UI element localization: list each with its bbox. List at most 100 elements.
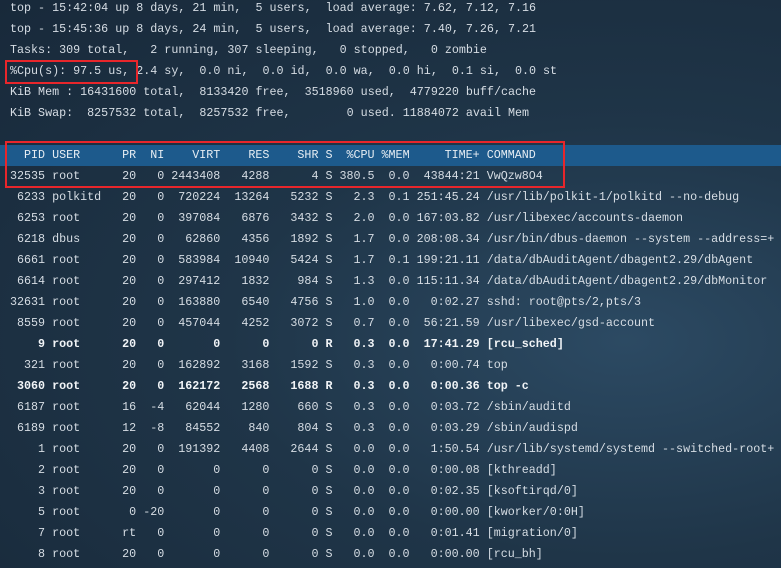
column-header-user: USER [52, 148, 81, 162]
cell-s: S [325, 253, 333, 267]
cell-ni: -4 [150, 400, 165, 414]
cell-pr: 0 [129, 505, 137, 519]
cell-pid: 3060 [17, 379, 46, 393]
process-row[interactable]: 3 root 20 0 0 0 0 S 0.0 0.0 0:02.35 [ksoftirqd/0] [10, 481, 781, 502]
process-row[interactable]: 32631 root 20 0 163880 6540 4756 S 1.0 0.0 0:02.27… [10, 292, 781, 313]
cell-mem: 0.0 [388, 211, 410, 225]
cell-time: 17:41.29 [423, 337, 480, 351]
process-row[interactable]: 2 root 20 0 0 0 0 S 0.0 0.0 0:00.08 [kthreadd] [10, 460, 781, 481]
process-row[interactable]: 8 root 20 0 0 0 0 S 0.0 0.0 0:00.00 [rcu_bh] [10, 544, 781, 565]
process-row[interactable]: 6233 polkitd 20 0 720224 13264 5232 S 2.3 0.1 251:… [10, 187, 781, 208]
column-header-shr: SHR [297, 148, 319, 162]
cell-cmd: /sbin/audispd [486, 421, 578, 435]
process-row[interactable]: 6218 dbus 20 0 62860 4356 1892 S 1.7 0.0 208:08.34… [10, 229, 781, 250]
column-header-time: TIME+ [444, 148, 480, 162]
cell-mem: 0.1 [388, 253, 410, 267]
terminal[interactable]: top - 15:42:04 up 8 days, 21 min, 5 user… [0, 0, 781, 565]
cell-shr: 804 [297, 421, 319, 435]
cell-virt: 191392 [178, 442, 221, 456]
cell-user: root [52, 211, 81, 225]
cell-pid: 321 [24, 358, 46, 372]
cell-virt: 583984 [178, 253, 221, 267]
cell-user: root [52, 316, 81, 330]
cell-s: S [325, 169, 333, 183]
column-header-pr: PR [122, 148, 137, 162]
cell-cpu: 0.3 [353, 421, 375, 435]
process-row[interactable]: 6253 root 20 0 397084 6876 3432 S 2.0 0.0 167:03.8… [10, 208, 781, 229]
cell-cpu: 0.7 [353, 316, 375, 330]
cell-cpu: 0.0 [353, 547, 375, 561]
cell-user: root [52, 274, 81, 288]
process-row[interactable]: 32535 root 20 0 2443408 4288 4 S 380.5 0.0 43844:2… [10, 166, 781, 187]
cell-cmd: top [486, 358, 508, 372]
cell-ni: -20 [143, 505, 165, 519]
cell-res: 6540 [241, 295, 270, 309]
cell-mem: 0.0 [388, 421, 410, 435]
cell-cmd: /usr/bin/dbus-daemon --system --address=… [486, 232, 775, 246]
cell-shr: 0 [311, 484, 319, 498]
cell-pr: 20 [122, 295, 137, 309]
cell-pr: 20 [122, 253, 137, 267]
cell-pid: 1 [38, 442, 46, 456]
cell-res: 840 [248, 421, 270, 435]
cell-user: root [52, 400, 81, 414]
process-row[interactable]: 6661 root 20 0 583984 10940 5424 S 1.7 0.1 199:21.… [10, 250, 781, 271]
cell-ni: 0 [157, 379, 165, 393]
process-row[interactable]: 321 root 20 0 162892 3168 1592 S 0.3 0.0 0:00.74 to… [10, 355, 781, 376]
cell-ni: 0 [157, 463, 165, 477]
cell-mem: 0.0 [388, 169, 410, 183]
process-table-header: PID USER PR NI VIRT RES SHR S %CPU %MEM TIME+ COMMA… [0, 145, 781, 166]
cell-pr: rt [122, 526, 137, 540]
process-row[interactable]: 5 root 0 -20 0 0 0 S 0.0 0.0 0:00.00 [kworker/0:0H] [10, 502, 781, 523]
cell-cpu: 0.0 [353, 526, 375, 540]
cell-s: S [325, 400, 333, 414]
cell-cpu: 0.0 [353, 442, 375, 456]
process-row[interactable]: 6614 root 20 0 297412 1832 984 S 1.3 0.0 115:11.34… [10, 271, 781, 292]
cell-mem: 0.0 [388, 358, 410, 372]
cell-cpu: 0.3 [353, 337, 375, 351]
cell-shr: 0 [311, 337, 319, 351]
cell-virt: 0 [213, 337, 221, 351]
cell-res: 0 [262, 337, 270, 351]
cell-res: 0 [262, 547, 270, 561]
cell-user: root [52, 421, 81, 435]
process-row[interactable]: 3060 root 20 0 162172 2568 1688 R 0.3 0.0 0:00.36 t… [10, 376, 781, 397]
process-row[interactable]: 6189 root 12 -8 84552 840 804 S 0.3 0.0 0:03.29/sb… [10, 418, 781, 439]
process-row[interactable]: 6187 root 16 -4 62044 1280 660 S 0.3 0.0 0:03.72/s… [10, 397, 781, 418]
cell-mem: 0.1 [388, 190, 410, 204]
process-row[interactable]: 8559 root 20 0 457044 4252 3072 S 0.7 0.0 56:21.59… [10, 313, 781, 334]
cell-virt: 2443408 [171, 169, 221, 183]
cell-res: 4288 [241, 169, 270, 183]
cell-pr: 20 [122, 337, 137, 351]
cell-cpu: 1.3 [353, 274, 375, 288]
cell-cmd: /usr/lib/systemd/systemd --switched-root… [486, 442, 775, 456]
column-header-s: S [325, 148, 333, 162]
cell-s: S [325, 316, 333, 330]
cell-res: 4356 [241, 232, 270, 246]
cell-ni: 0 [157, 232, 165, 246]
process-row[interactable]: 9 root 20 0 0 0 0 R 0.3 0.0 17:41.29 [rcu_sched] [10, 334, 781, 355]
swap-line: KiB Swap: 8257532 total, 8257532 free, 0… [10, 106, 530, 120]
cell-cmd: /usr/libexec/gsd-account [486, 316, 656, 330]
process-row[interactable]: 7 root rt 0 0 0 0 S 0.0 0.0 0:01.41 [migration/0] [10, 523, 781, 544]
cell-pid: 3 [38, 484, 46, 498]
cell-pr: 20 [122, 547, 137, 561]
cell-res: 1832 [241, 274, 270, 288]
cell-res: 0 [262, 505, 270, 519]
column-header-cmd: COMMAND [486, 148, 536, 162]
cell-virt: 84552 [185, 421, 221, 435]
cell-res: 0 [262, 484, 270, 498]
cell-cpu: 0.0 [353, 463, 375, 477]
cpu-line: %Cpu(s): 97.5 us, 2.4 sy, 0.0 ni, 0.0 id… [10, 61, 781, 82]
column-header-ni: NI [150, 148, 165, 162]
cell-shr: 0 [311, 505, 319, 519]
cell-cmd: [migration/0] [486, 526, 578, 540]
cell-time: 1:50.54 [430, 442, 480, 456]
cell-s: R [325, 379, 333, 393]
cell-pr: 20 [122, 463, 137, 477]
cell-ni: 0 [157, 547, 165, 561]
process-row[interactable]: 1 root 20 0 191392 4408 2644 S 0.0 0.0 1:50.54/usr… [10, 439, 781, 460]
cell-shr: 5424 [290, 253, 319, 267]
cell-time: 0:02.27 [430, 295, 480, 309]
cell-pid: 6614 [17, 274, 46, 288]
